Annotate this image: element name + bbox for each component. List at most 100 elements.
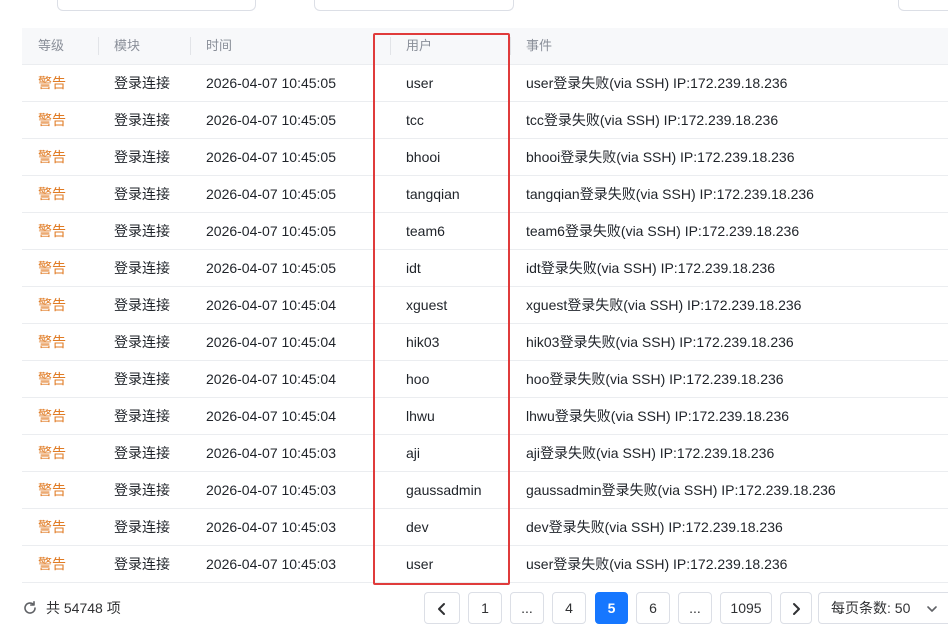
- cell-time: 2026-04-07 10:45:03: [206, 556, 336, 572]
- cell-user: dev: [406, 519, 429, 535]
- table-row[interactable]: 警告 登录连接 2026-04-07 10:45:04 hik03 hik03登录失败(…: [22, 324, 948, 361]
- table-row[interactable]: 警告 登录连接 2026-04-07 10:45:05 tangqian tangqia…: [22, 176, 948, 213]
- cell-module: 登录连接: [114, 260, 170, 276]
- header-event[interactable]: 事件: [526, 28, 552, 64]
- page-6-button[interactable]: 6: [636, 592, 670, 624]
- cell-user: user: [406, 556, 434, 572]
- table-body: 警告 登录连接 2026-04-07 10:45:05 user user登录失败(vi…: [22, 65, 948, 583]
- cell-level: 警告: [38, 260, 66, 276]
- cell-user: lhwu: [406, 408, 435, 424]
- page-5-button-current[interactable]: 5: [595, 592, 628, 624]
- cell-time: 2026-04-07 10:45:03: [206, 482, 336, 498]
- table-row[interactable]: 警告 登录连接 2026-04-07 10:45:04 xguest xguest登录失…: [22, 287, 948, 324]
- cell-event: idt登录失败(via SSH) IP:172.239.18.236: [526, 260, 776, 276]
- table-row[interactable]: 警告 登录连接 2026-04-07 10:45:03 gaussadmin gauss…: [22, 472, 948, 509]
- table-row[interactable]: 警告 登录连接 2026-04-07 10:45:03 dev dev登录失败(via …: [22, 509, 948, 546]
- header-separator: [510, 37, 511, 55]
- cell-event: tangqian登录失败(via SSH) IP:172.239.18.236: [526, 186, 814, 202]
- cell-event: dev登录失败(via SSH) IP:172.239.18.236: [526, 519, 783, 535]
- refresh-icon[interactable]: [22, 600, 38, 616]
- cell-level: 警告: [38, 482, 66, 498]
- cell-event: team6登录失败(via SSH) IP:172.239.18.236: [526, 223, 800, 239]
- cell-module: 登录连接: [114, 75, 170, 91]
- page-1095-button[interactable]: 1095: [720, 592, 772, 624]
- log-table: 等级 模块 时间 用户 事件 警告 登录连接 2026-04-07 10:45:05…: [22, 28, 948, 583]
- cell-user: bhooi: [406, 149, 441, 165]
- cell-user: hik03: [406, 334, 440, 350]
- chevron-down-icon: [926, 593, 938, 623]
- cell-module: 登录连接: [114, 482, 170, 498]
- cell-event: lhwu登录失败(via SSH) IP:172.239.18.236: [526, 408, 790, 424]
- table-row[interactable]: 警告 登录连接 2026-04-07 10:45:03 aji aji登录失败(via …: [22, 435, 948, 472]
- chevron-right-icon: [793, 603, 800, 616]
- cell-event: xguest登录失败(via SSH) IP:172.239.18.236: [526, 297, 802, 313]
- table-row[interactable]: 警告 登录连接 2026-04-07 10:45:05 tcc tcc登录失败(via …: [22, 102, 948, 139]
- table-row[interactable]: 警告 登录连接 2026-04-07 10:45:03 user user登录失败(vi…: [22, 546, 948, 583]
- filter-box-left[interactable]: [57, 0, 256, 11]
- cell-user: gaussadmin: [406, 482, 482, 498]
- cell-level: 警告: [38, 297, 66, 313]
- page-size-label: 每页条数: 50: [831, 600, 911, 616]
- cell-level: 警告: [38, 223, 66, 239]
- cell-event: aji登录失败(via SSH) IP:172.239.18.236: [526, 445, 775, 461]
- page-size-select[interactable]: 每页条数: 50: [818, 592, 948, 624]
- cell-user: user: [406, 75, 434, 91]
- cell-level: 警告: [38, 149, 66, 165]
- cell-time: 2026-04-07 10:45:03: [206, 445, 336, 461]
- filter-box-right[interactable]: [898, 0, 948, 11]
- cell-time: 2026-04-07 10:45:05: [206, 75, 336, 91]
- log-page: 等级 模块 时间 用户 事件 警告 登录连接 2026-04-07 10:45:05…: [0, 0, 948, 639]
- cell-event: gaussadmin登录失败(via SSH) IP:172.239.18.23…: [526, 482, 836, 498]
- cell-time: 2026-04-07 10:45:05: [206, 149, 336, 165]
- header-user[interactable]: 用户: [406, 28, 432, 64]
- table-row[interactable]: 警告 登录连接 2026-04-07 10:45:05 user user登录失败(vi…: [22, 65, 948, 102]
- page-4-button[interactable]: 4: [552, 592, 586, 624]
- prev-page-button[interactable]: [424, 592, 460, 624]
- cell-module: 登录连接: [114, 186, 170, 202]
- header-separator: [390, 37, 391, 55]
- cell-module: 登录连接: [114, 408, 170, 424]
- cell-module: 登录连接: [114, 556, 170, 572]
- cell-level: 警告: [38, 371, 66, 387]
- table-header: 等级 模块 时间 用户 事件: [22, 28, 948, 65]
- cell-event: user登录失败(via SSH) IP:172.239.18.236: [526, 75, 788, 91]
- table-row[interactable]: 警告 登录连接 2026-04-07 10:45:05 team6 team6登录失败(…: [22, 213, 948, 250]
- cell-level: 警告: [38, 186, 66, 202]
- page-1-button[interactable]: 1: [468, 592, 502, 624]
- cell-time: 2026-04-07 10:45:03: [206, 519, 336, 535]
- table-footer: 共 54748 项 1 ... 4 5 6 ... 1095 每页条数: 50: [0, 590, 948, 626]
- page-ellipsis-prev[interactable]: ...: [510, 592, 544, 624]
- table-row[interactable]: 警告 登录连接 2026-04-07 10:45:05 bhooi bhooi登录失败(…: [22, 139, 948, 176]
- header-time[interactable]: 时间: [206, 28, 232, 64]
- cell-level: 警告: [38, 408, 66, 424]
- cell-event: hik03登录失败(via SSH) IP:172.239.18.236: [526, 334, 794, 350]
- cell-time: 2026-04-07 10:45:04: [206, 408, 336, 424]
- filter-box-middle[interactable]: [314, 0, 514, 11]
- header-level[interactable]: 等级: [38, 28, 64, 64]
- cell-module: 登录连接: [114, 371, 170, 387]
- page-ellipsis-next[interactable]: ...: [678, 592, 712, 624]
- cell-level: 警告: [38, 75, 66, 91]
- next-page-button[interactable]: [780, 592, 812, 624]
- cell-module: 登录连接: [114, 519, 170, 535]
- cell-time: 2026-04-07 10:45:05: [206, 112, 336, 128]
- total-count: 共 54748 项: [46, 600, 121, 616]
- table-row[interactable]: 警告 登录连接 2026-04-07 10:45:04 hoo hoo登录失败(via …: [22, 361, 948, 398]
- cell-event: tcc登录失败(via SSH) IP:172.239.18.236: [526, 112, 779, 128]
- table-row[interactable]: 警告 登录连接 2026-04-07 10:45:05 idt idt登录失败(via …: [22, 250, 948, 287]
- chevron-left-icon: [438, 603, 445, 616]
- cell-event: bhooi登录失败(via SSH) IP:172.239.18.236: [526, 149, 795, 165]
- header-module[interactable]: 模块: [114, 28, 140, 64]
- cell-user: idt: [406, 260, 421, 276]
- cell-user: team6: [406, 223, 445, 239]
- cell-user: hoo: [406, 371, 430, 387]
- table-row[interactable]: 警告 登录连接 2026-04-07 10:45:04 lhwu lhwu登录失败(vi…: [22, 398, 948, 435]
- cell-module: 登录连接: [114, 149, 170, 165]
- cell-module: 登录连接: [114, 223, 170, 239]
- cell-event: hoo登录失败(via SSH) IP:172.239.18.236: [526, 371, 784, 387]
- cell-event: user登录失败(via SSH) IP:172.239.18.236: [526, 556, 788, 572]
- cell-user: aji: [406, 445, 421, 461]
- cell-time: 2026-04-07 10:45:05: [206, 260, 336, 276]
- cell-module: 登录连接: [114, 445, 170, 461]
- cell-time: 2026-04-07 10:45:04: [206, 334, 336, 350]
